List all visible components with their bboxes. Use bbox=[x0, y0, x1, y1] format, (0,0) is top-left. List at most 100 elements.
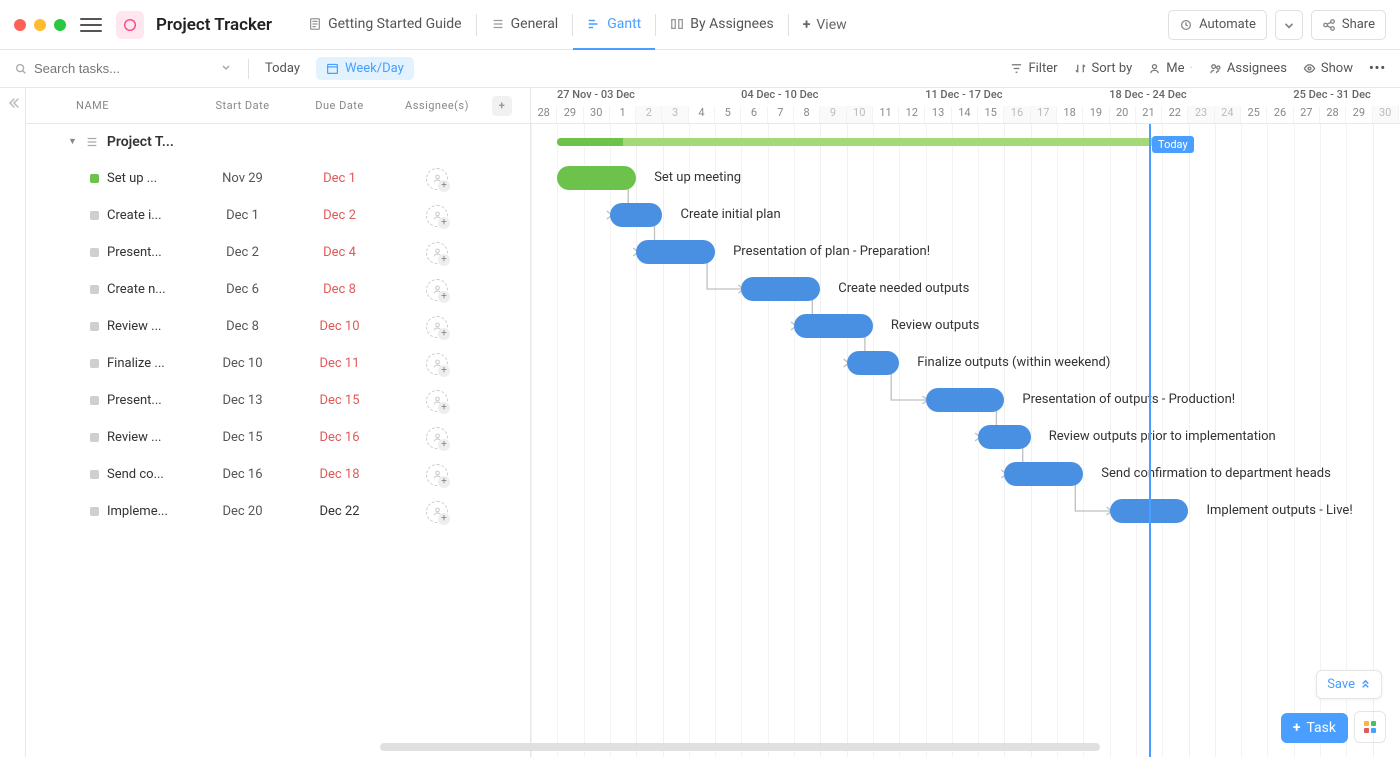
col-start[interactable]: Start Date bbox=[194, 99, 291, 112]
task-row[interactable]: Finalize ...Dec 10Dec 11 bbox=[26, 345, 530, 382]
day-label[interactable]: 10 bbox=[847, 106, 873, 124]
search-input-wrap[interactable] bbox=[14, 61, 204, 76]
day-label[interactable]: 2 bbox=[636, 106, 662, 124]
collapse-sidebar[interactable] bbox=[0, 88, 26, 757]
day-label[interactable]: 28 bbox=[531, 106, 557, 124]
more-options[interactable]: ••• bbox=[1369, 61, 1386, 76]
task-row[interactable]: Present...Dec 2Dec 4 bbox=[26, 234, 530, 271]
automate-button[interactable]: Automate bbox=[1168, 10, 1267, 40]
day-label[interactable]: 27 bbox=[1294, 106, 1320, 124]
start-date-cell[interactable]: Dec 13 bbox=[194, 393, 291, 408]
task-row[interactable]: Set up ...Nov 29Dec 1 bbox=[26, 160, 530, 197]
start-date-cell[interactable]: Dec 2 bbox=[194, 245, 291, 260]
group-row[interactable]: ▼ Project T... bbox=[26, 124, 530, 160]
task-name-cell[interactable]: Review ... bbox=[26, 319, 194, 334]
day-label[interactable]: 6 bbox=[741, 106, 767, 124]
add-assignee-icon[interactable] bbox=[426, 205, 448, 227]
add-assignee-icon[interactable] bbox=[426, 316, 448, 338]
assignee-cell[interactable] bbox=[388, 279, 486, 301]
day-label[interactable]: 20 bbox=[1110, 106, 1136, 124]
day-label[interactable]: 9 bbox=[820, 106, 846, 124]
add-assignee-icon[interactable] bbox=[426, 242, 448, 264]
day-label[interactable]: 8 bbox=[794, 106, 820, 124]
start-date-cell[interactable]: Dec 15 bbox=[194, 430, 291, 445]
day-label[interactable]: 23 bbox=[1188, 106, 1214, 124]
summary-bar[interactable] bbox=[557, 138, 1188, 146]
day-label[interactable]: 15 bbox=[978, 106, 1004, 124]
tab-general[interactable]: General bbox=[477, 0, 573, 50]
day-label[interactable]: 22 bbox=[1162, 106, 1188, 124]
due-date-cell[interactable]: Dec 8 bbox=[291, 282, 388, 297]
add-assignee-icon[interactable] bbox=[426, 168, 448, 190]
start-date-cell[interactable]: Dec 6 bbox=[194, 282, 291, 297]
maximize-window[interactable] bbox=[54, 19, 66, 31]
start-date-cell[interactable]: Dec 8 bbox=[194, 319, 291, 334]
day-label[interactable]: 5 bbox=[715, 106, 741, 124]
close-window[interactable] bbox=[14, 19, 26, 31]
timeline-body[interactable]: TodaySet up meetingCreate initial planPr… bbox=[531, 124, 1400, 757]
task-name-cell[interactable]: Impleme... bbox=[26, 504, 194, 519]
gantt-pane[interactable]: 27 Nov - 03 Dec04 Dec - 10 Dec11 Dec - 1… bbox=[531, 88, 1400, 757]
start-date-cell[interactable]: Dec 1 bbox=[194, 208, 291, 223]
col-name[interactable]: NAME bbox=[26, 99, 194, 112]
day-label[interactable]: 19 bbox=[1083, 106, 1109, 124]
tab-getting-started[interactable]: Getting Started Guide bbox=[294, 0, 476, 50]
start-date-cell[interactable]: Dec 10 bbox=[194, 356, 291, 371]
due-date-cell[interactable]: Dec 15 bbox=[291, 393, 388, 408]
task-row[interactable]: Present...Dec 13Dec 15 bbox=[26, 382, 530, 419]
day-label[interactable]: 16 bbox=[1004, 106, 1030, 124]
day-label[interactable]: 17 bbox=[1031, 106, 1057, 124]
save-button[interactable]: Save bbox=[1316, 670, 1382, 699]
gantt-bar[interactable] bbox=[557, 166, 636, 190]
due-date-cell[interactable]: Dec 1 bbox=[291, 171, 388, 186]
tab-gantt[interactable]: Gantt bbox=[573, 0, 655, 50]
show-button[interactable]: Show bbox=[1303, 61, 1353, 76]
due-date-cell[interactable]: Dec 10 bbox=[291, 319, 388, 334]
day-label[interactable]: 29 bbox=[1346, 106, 1372, 124]
due-date-cell[interactable]: Dec 22 bbox=[291, 504, 388, 519]
task-name-cell[interactable]: Present... bbox=[26, 245, 194, 260]
assignee-cell[interactable] bbox=[388, 205, 486, 227]
gantt-bar[interactable] bbox=[636, 240, 715, 264]
assignee-cell[interactable] bbox=[388, 353, 486, 375]
day-label[interactable]: 18 bbox=[1057, 106, 1083, 124]
task-row[interactable]: Create i...Dec 1Dec 2 bbox=[26, 197, 530, 234]
project-title[interactable]: Project Tracker bbox=[156, 15, 272, 35]
col-due[interactable]: Due Date bbox=[291, 99, 388, 112]
day-label[interactable]: 26 bbox=[1267, 106, 1293, 124]
search-options[interactable] bbox=[214, 61, 238, 77]
automate-dropdown[interactable] bbox=[1275, 10, 1303, 40]
day-label[interactable]: 13 bbox=[925, 106, 951, 124]
day-label[interactable]: 30 bbox=[1373, 106, 1399, 124]
task-name-cell[interactable]: Finalize ... bbox=[26, 356, 194, 371]
task-name-cell[interactable]: Create i... bbox=[26, 208, 194, 223]
task-name-cell[interactable]: Send co... bbox=[26, 467, 194, 482]
assignee-cell[interactable] bbox=[388, 242, 486, 264]
day-label[interactable]: 14 bbox=[952, 106, 978, 124]
day-label[interactable]: 12 bbox=[899, 106, 925, 124]
apps-button[interactable] bbox=[1354, 711, 1386, 743]
add-assignee-icon[interactable] bbox=[426, 390, 448, 412]
due-date-cell[interactable]: Dec 18 bbox=[291, 467, 388, 482]
task-row[interactable]: Review ...Dec 15Dec 16 bbox=[26, 419, 530, 456]
gantt-bar[interactable] bbox=[926, 388, 1005, 412]
task-row[interactable]: Impleme...Dec 20Dec 22 bbox=[26, 493, 530, 530]
task-name-cell[interactable]: Create n... bbox=[26, 282, 194, 297]
due-date-cell[interactable]: Dec 16 bbox=[291, 430, 388, 445]
gantt-bar[interactable] bbox=[847, 351, 900, 375]
add-assignee-icon[interactable] bbox=[426, 501, 448, 523]
day-label[interactable]: 1 bbox=[610, 106, 636, 124]
task-row[interactable]: Review ...Dec 8Dec 10 bbox=[26, 308, 530, 345]
timescale-selector[interactable]: Week/Day bbox=[316, 57, 414, 80]
task-name-cell[interactable]: Present... bbox=[26, 393, 194, 408]
tab-by-assignees[interactable]: By Assignees bbox=[656, 0, 787, 50]
col-assignee[interactable]: Assignee(s) bbox=[388, 99, 486, 112]
day-label[interactable]: 4 bbox=[689, 106, 715, 124]
task-row[interactable]: Create n...Dec 6Dec 8 bbox=[26, 271, 530, 308]
start-date-cell[interactable]: Dec 20 bbox=[194, 504, 291, 519]
add-column[interactable]: + bbox=[492, 96, 512, 116]
share-button[interactable]: Share bbox=[1311, 10, 1386, 40]
add-assignee-icon[interactable] bbox=[426, 427, 448, 449]
gantt-bar[interactable] bbox=[610, 203, 663, 227]
assignee-cell[interactable] bbox=[388, 427, 486, 449]
